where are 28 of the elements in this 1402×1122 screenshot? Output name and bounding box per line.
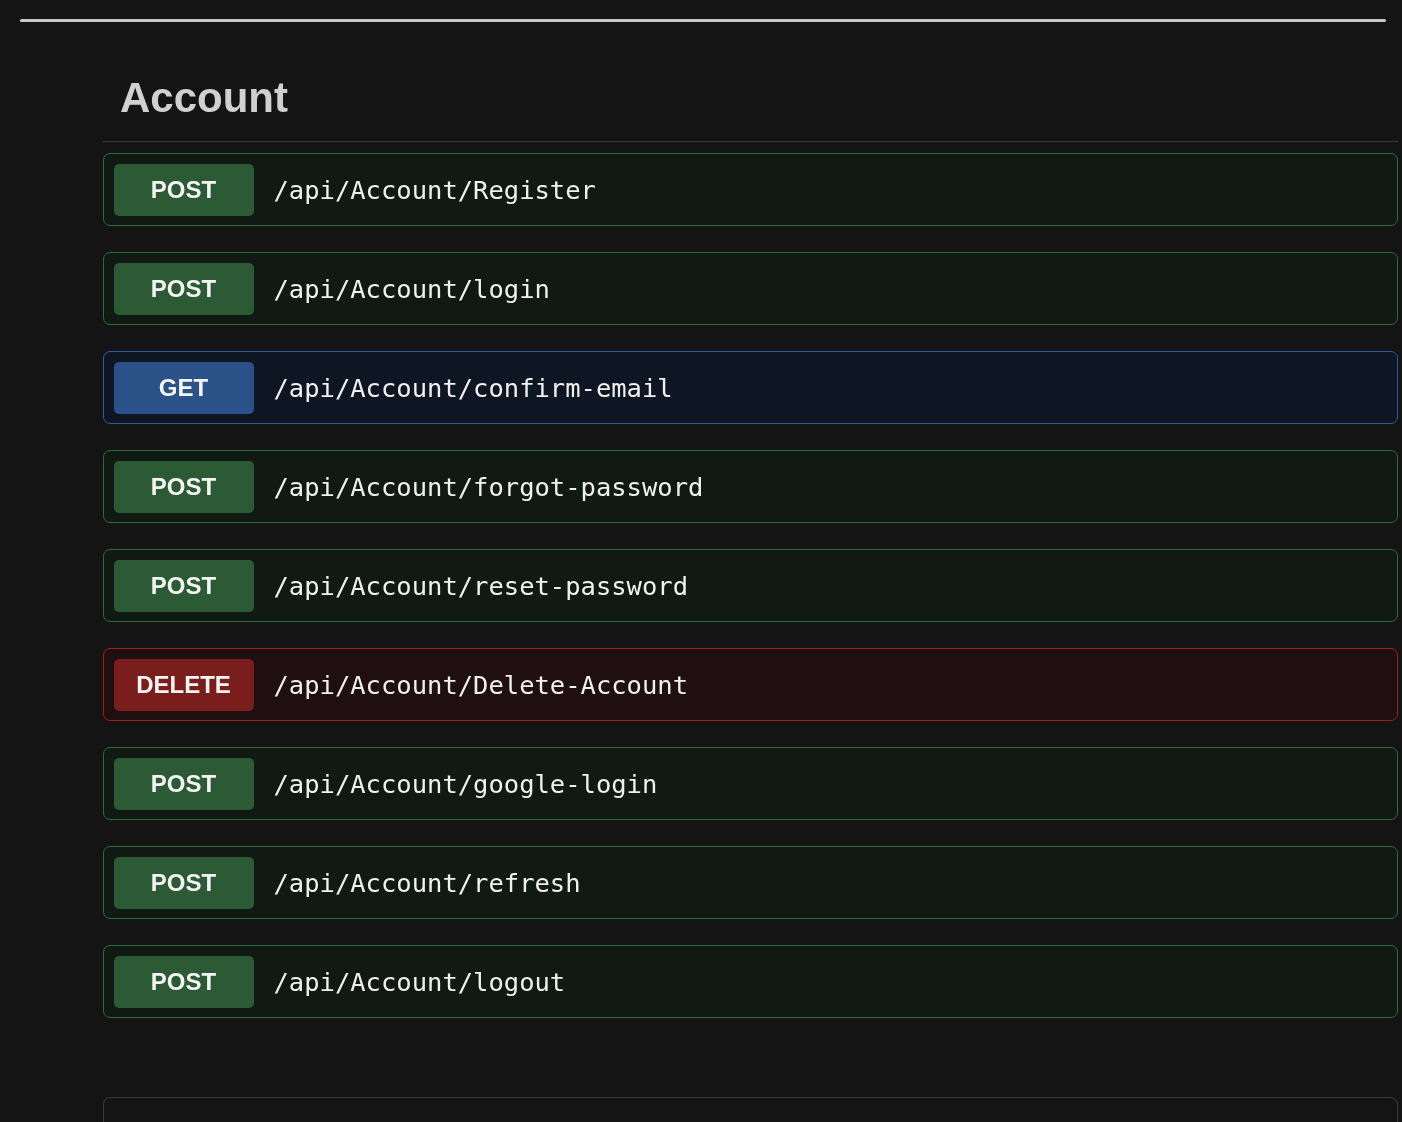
endpoint-row[interactable]: DELETE /api/Account/Delete-Account: [103, 648, 1398, 721]
endpoint-row[interactable]: POST /api/Account/reset-password: [103, 549, 1398, 622]
method-badge: DELETE: [113, 658, 254, 711]
endpoint-path: /api/Account/confirm-email: [273, 372, 673, 403]
endpoint-row[interactable]: GET /api/Account/confirm-email: [103, 351, 1398, 424]
endpoint-path: /api/Account/login: [273, 273, 550, 304]
method-badge: POST: [113, 757, 254, 810]
endpoint-row[interactable]: POST /api/Account/logout: [103, 945, 1398, 1018]
endpoint-path: /api/Account/reset-password: [273, 570, 688, 601]
method-badge: GET: [113, 361, 254, 414]
endpoint-row[interactable]: POST /api/Account/Register: [103, 153, 1398, 226]
endpoint-path: /api/Account/Delete-Account: [273, 669, 688, 700]
method-badge: POST: [113, 955, 254, 1008]
endpoint-path: /api/Account/logout: [273, 966, 566, 997]
method-badge: POST: [113, 460, 254, 513]
endpoint-path: /api/Account/forgot-password: [273, 471, 704, 502]
endpoint-path: /api/Account/google-login: [273, 768, 658, 799]
endpoint-row[interactable]: POST /api/Account/google-login: [103, 747, 1398, 820]
method-badge: POST: [113, 856, 254, 909]
endpoint-path: /api/Account/Register: [273, 174, 596, 205]
endpoint-row[interactable]: POST /api/Account/refresh: [103, 846, 1398, 919]
method-badge: POST: [113, 559, 254, 612]
method-badge: POST: [113, 262, 254, 315]
method-badge: POST: [113, 163, 254, 216]
endpoint-path: /api/Account/refresh: [273, 867, 581, 898]
section-heading: Account: [120, 74, 288, 122]
endpoint-row[interactable]: POST /api/Account/forgot-password: [103, 450, 1398, 523]
endpoint-row[interactable]: POST /api/Account/login: [103, 252, 1398, 325]
